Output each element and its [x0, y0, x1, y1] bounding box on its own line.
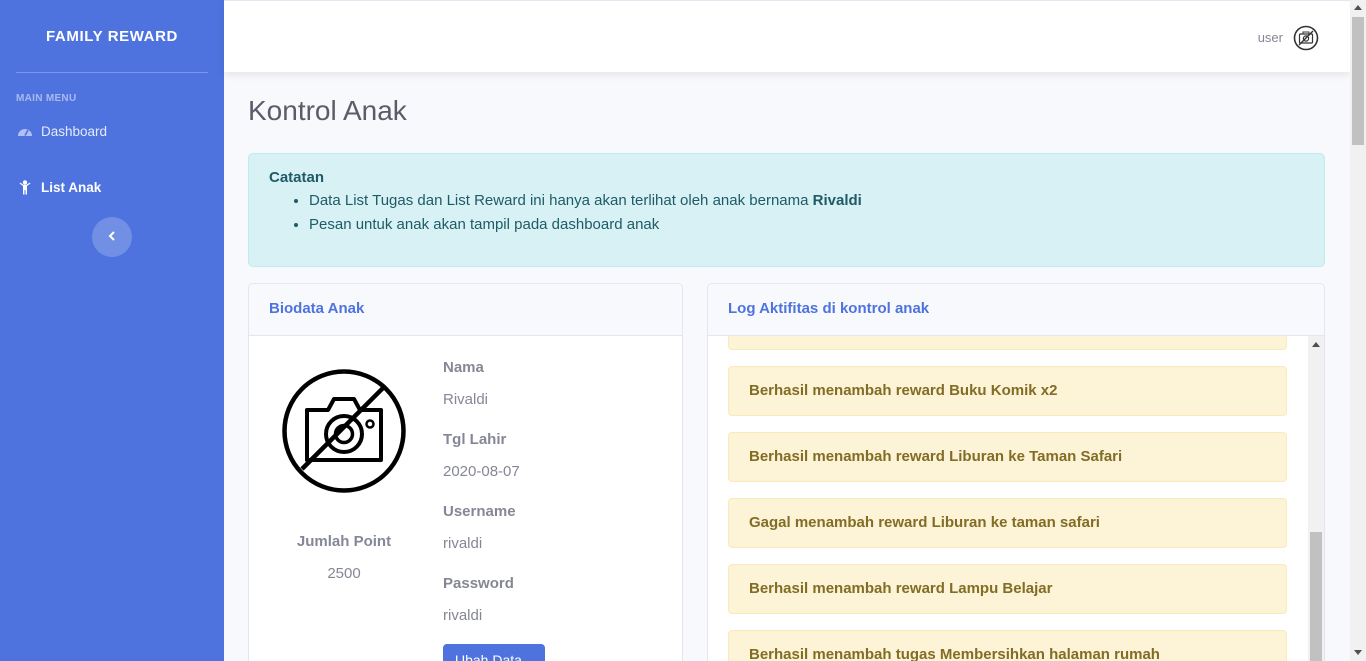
page-scroll-up-icon[interactable] [1354, 5, 1362, 10]
activity-log-card: Log Aktifitas di kontrol anak Berhasil m… [707, 283, 1325, 661]
sidebar-item-label: List Anak [41, 179, 102, 195]
child-icon [16, 179, 33, 195]
tachometer-icon [16, 123, 33, 139]
note-list: Data List Tugas dan List Reward ini hany… [309, 189, 1304, 237]
field-value-tgl-lahir: 2020-08-07 [443, 463, 520, 480]
no-photo-icon[interactable] [1293, 25, 1319, 51]
activity-log-list[interactable]: Berhasil menambah reward Buku Komik x2 B… [708, 336, 1324, 661]
note-item: Pesan untuk anak akan tampil pada dashbo… [309, 213, 1304, 237]
note-line1-text: Data List Tugas dan List Reward ini hany… [309, 192, 809, 209]
chevron-left-icon [108, 228, 116, 246]
edit-biodata-button[interactable]: Ubah Data [443, 644, 545, 661]
sidebar-heading: MAIN MENU [16, 93, 77, 104]
field-value-nama: Rivaldi [443, 391, 489, 408]
sidebar-item-list-anak[interactable]: List Anak [0, 177, 224, 197]
field-label-tgl-lahir: Tgl Lahir [443, 431, 507, 448]
field-value-password: rivaldi [443, 607, 483, 624]
no-photo-icon [281, 368, 407, 494]
note-alert: Catatan Data List Tugas dan List Reward … [248, 153, 1325, 267]
page-scroll-down-icon[interactable] [1354, 650, 1362, 655]
brand-title[interactable]: FAMILY REWARD [0, 0, 224, 72]
log-item: Berhasil menambah reward Buku Komik x2 [728, 366, 1287, 416]
note-child-name: Rivaldi [812, 192, 862, 209]
log-scroll-up-icon[interactable] [1312, 342, 1320, 347]
log-scrollbar-thumb[interactable] [1310, 532, 1322, 661]
field-label-nama: Nama [443, 359, 484, 376]
log-item: Gagal menambah reward Liburan ke taman s… [728, 498, 1287, 548]
sidebar-item-dashboard[interactable]: Dashboard [0, 121, 224, 141]
log-item: Berhasil menambah tugas Membersihkan hal… [728, 630, 1287, 661]
biodata-card-title: Biodata Anak [249, 284, 682, 336]
log-item: Berhasil menambah reward Liburan ke Tama… [728, 432, 1287, 482]
activity-log-title: Log Aktifitas di kontrol anak [708, 284, 1324, 336]
sidebar-divider [16, 72, 208, 73]
note-title: Catatan [269, 169, 325, 186]
sidebar-item-label: Dashboard [41, 123, 108, 139]
field-label-username: Username [443, 503, 516, 520]
log-item: Berhasil menambah reward Lampu Belajar [728, 564, 1287, 614]
sidebar-toggle-button[interactable] [92, 217, 132, 257]
biodata-card: Biodata Anak Jumlah Point 2500 Nama Riva… [248, 283, 683, 661]
page-scrollbar-thumb[interactable] [1352, 17, 1364, 145]
topbar: user [224, 0, 1350, 72]
points-label: Jumlah Point [296, 533, 392, 550]
note-item: Data List Tugas dan List Reward ini hany… [309, 189, 1304, 213]
log-item [728, 336, 1287, 350]
points-value: 2500 [327, 565, 361, 582]
field-label-password: Password [443, 575, 514, 592]
field-value-username: rivaldi [443, 535, 483, 552]
page-title: Kontrol Anak [248, 95, 407, 126]
sidebar: FAMILY REWARD MAIN MENU Dashboard List A… [0, 0, 224, 661]
user-name[interactable]: user [1258, 30, 1283, 45]
